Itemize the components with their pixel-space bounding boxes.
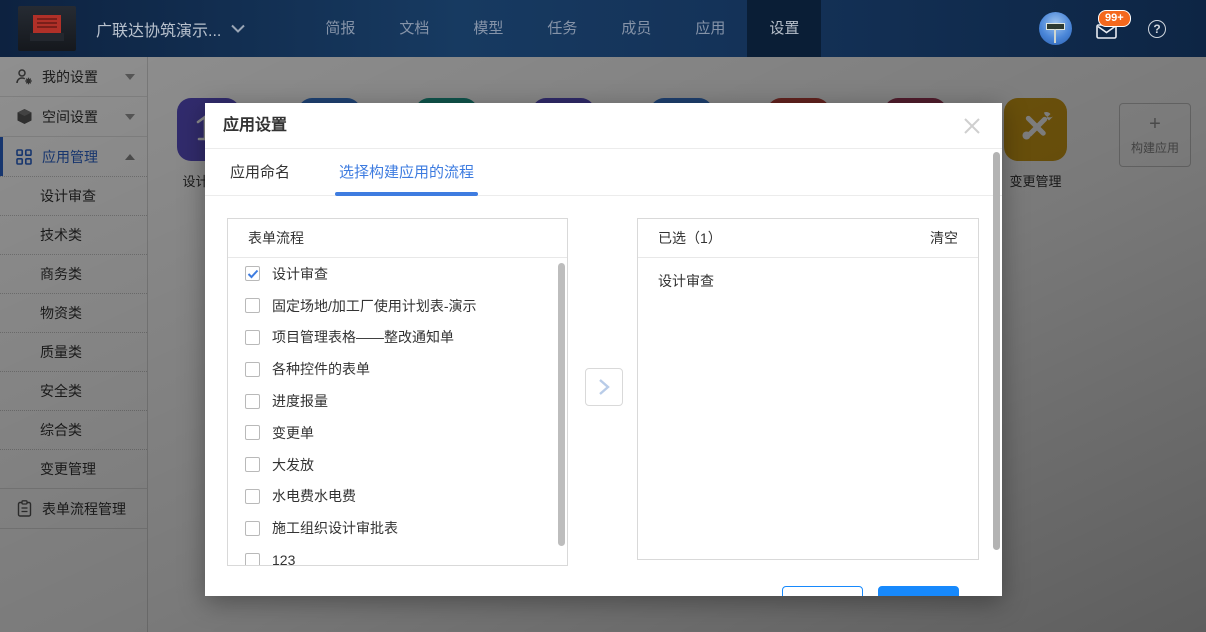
- workspace-switcher[interactable]: 广联达协筑演示...: [96, 17, 245, 41]
- flow-item-row[interactable]: 水电费水电费: [228, 481, 567, 513]
- navbar: 广联达协筑演示... 简报文档模型任务成员应用设置 99+ ?: [0, 0, 1206, 57]
- modal-header: 应用设置: [205, 103, 1002, 149]
- checkbox[interactable]: [245, 330, 260, 345]
- nav-tab-briefing[interactable]: 简报: [303, 0, 377, 57]
- workspace-logo[interactable]: [18, 6, 76, 51]
- flow-item-row[interactable]: 各种控件的表单: [228, 353, 567, 385]
- flow-list-panel: 表单流程 设计审查 固定场地/加工厂使用计划表-演示 项目管理表格——整改通知单…: [227, 218, 568, 566]
- flow-checkbox-list: 设计审查 固定场地/加工厂使用计划表-演示 项目管理表格——整改通知单 各种控件…: [228, 258, 567, 565]
- checkbox[interactable]: [245, 553, 260, 565]
- checkbox[interactable]: [245, 425, 260, 440]
- checkbox[interactable]: [245, 266, 260, 281]
- flow-item-row[interactable]: 变更单: [228, 417, 567, 449]
- flow-item-row[interactable]: 123: [228, 544, 567, 565]
- flow-item-label: 123: [272, 552, 295, 565]
- app-window: 广联达协筑演示... 简报文档模型任务成员应用设置 99+ ? 我的设置空间设置…: [0, 0, 1206, 632]
- flow-item-label: 设计审查: [272, 264, 328, 284]
- chevron-right-icon: [597, 378, 611, 396]
- modal-tab-bar: 应用命名 选择构建应用的流程: [205, 149, 1002, 196]
- flow-item-label: 各种控件的表单: [272, 359, 370, 379]
- nav-tab-tasks[interactable]: 任务: [525, 0, 599, 57]
- modal-title: 应用设置: [205, 103, 1002, 149]
- help-icon[interactable]: ?: [1148, 20, 1166, 38]
- flow-item-row[interactable]: 项目管理表格——整改通知单: [228, 322, 567, 354]
- flow-item-row[interactable]: 设计审查: [228, 258, 567, 290]
- tab-app-naming[interactable]: 应用命名: [230, 149, 290, 196]
- flow-item-label: 大发放: [272, 455, 314, 475]
- selected-count: 已选（1）: [658, 219, 722, 257]
- selected-panel-header: 已选（1） 清空: [638, 219, 978, 258]
- flow-item-label: 固定场地/加工厂使用计划表-演示: [272, 296, 477, 316]
- flow-panel-header: 表单流程: [228, 219, 567, 258]
- app-settings-modal: 应用设置 应用命名 选择构建应用的流程 表单流程 设计审查 固定场地/加工厂使用…: [205, 103, 1002, 596]
- notification-badge: 99+: [1098, 10, 1131, 27]
- notifications-button[interactable]: 99+: [1094, 12, 1128, 46]
- flow-item-label: 项目管理表格——整改通知单: [272, 327, 454, 347]
- checkbox[interactable]: [245, 457, 260, 472]
- chevron-down-icon: [231, 24, 245, 33]
- cancel-button[interactable]: [782, 586, 863, 596]
- clear-button[interactable]: 清空: [930, 219, 958, 257]
- workspace-title: 广联达协筑演示...: [96, 17, 221, 41]
- nav-tab-settings[interactable]: 设置: [747, 0, 821, 57]
- confirm-button[interactable]: [878, 586, 959, 596]
- checkbox[interactable]: [245, 521, 260, 536]
- nav-tab-models[interactable]: 模型: [451, 0, 525, 57]
- flow-item-label: 施工组织设计审批表: [272, 518, 398, 538]
- checkbox[interactable]: [245, 394, 260, 409]
- flow-item-label: 变更单: [272, 423, 314, 443]
- flow-item-label: 进度报量: [272, 391, 328, 411]
- selected-panel: 已选（1） 清空 设计审查: [637, 218, 979, 560]
- flow-item-row[interactable]: 固定场地/加工厂使用计划表-演示: [228, 290, 567, 322]
- selected-list: 设计审查: [638, 258, 978, 291]
- flow-item-row[interactable]: 大发放: [228, 449, 567, 481]
- flow-panel-title: 表单流程: [248, 219, 304, 257]
- selected-item: 设计审查: [638, 258, 978, 291]
- nav-tab-documents[interactable]: 文档: [377, 0, 451, 57]
- checkbox[interactable]: [245, 298, 260, 313]
- flow-item-row[interactable]: 进度报量: [228, 385, 567, 417]
- navbar-right: 99+ ?: [1039, 0, 1206, 57]
- checkbox[interactable]: [245, 362, 260, 377]
- move-right-button[interactable]: [585, 368, 623, 406]
- building-photo: [25, 11, 69, 47]
- nav-tab-members[interactable]: 成员: [599, 0, 673, 57]
- avatar[interactable]: [1039, 12, 1072, 45]
- flow-item-row[interactable]: 施工组织设计审批表: [228, 512, 567, 544]
- close-icon[interactable]: [962, 116, 982, 136]
- list-scrollbar-thumb[interactable]: [558, 263, 565, 546]
- flow-item-label: 水电费水电费: [272, 486, 356, 506]
- nav-tabs: 简报文档模型任务成员应用设置: [303, 0, 821, 57]
- modal-scrollbar-thumb[interactable]: [993, 152, 1000, 550]
- tab-select-flows[interactable]: 选择构建应用的流程: [339, 149, 474, 196]
- checkbox[interactable]: [245, 489, 260, 504]
- nav-tab-apps[interactable]: 应用: [673, 0, 747, 57]
